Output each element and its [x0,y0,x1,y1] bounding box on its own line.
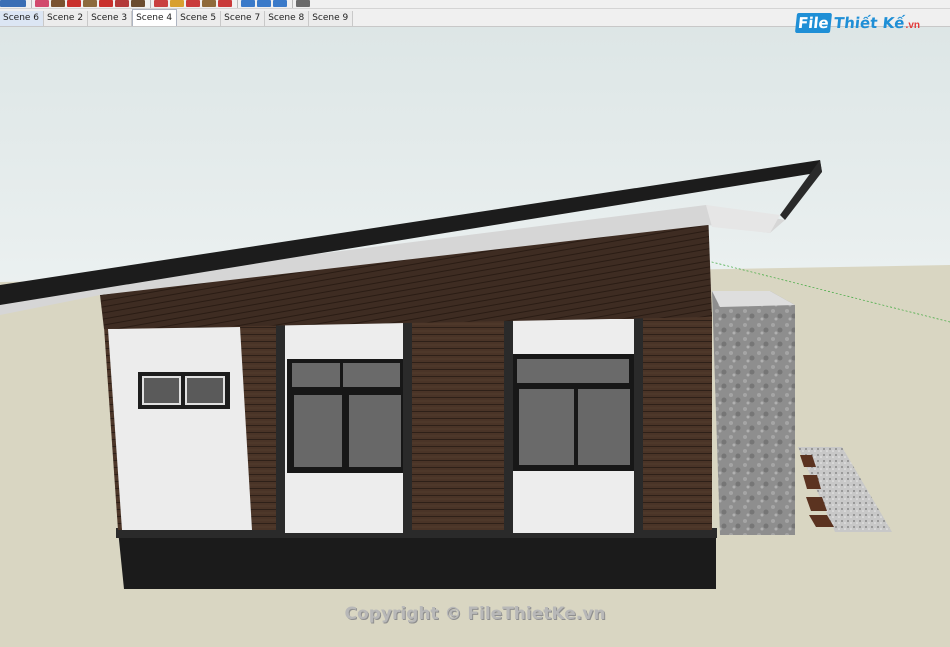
black-base [118,530,716,589]
rectangle-icon[interactable] [67,0,81,7]
toolbar-separator [292,0,293,8]
window-right [504,317,643,535]
logo-domain: .vn [905,19,920,31]
small-window [138,372,230,409]
zoom-extents-icon[interactable] [241,0,255,7]
move-icon[interactable] [99,0,113,7]
line-icon[interactable] [51,0,65,7]
toolbar-separator [237,0,238,8]
toolbar [0,0,950,9]
pan-icon[interactable] [202,0,216,7]
scene-tab[interactable]: Scene 8 [265,11,310,26]
tape-measure-icon[interactable] [154,0,168,7]
walk-icon[interactable] [257,0,271,7]
text-icon[interactable] [170,0,184,7]
site-logo: File Thiết Kế .vn [795,13,920,33]
scene-tab[interactable]: Scene 6 [0,11,45,26]
rotate-icon[interactable] [115,0,129,7]
section-plane-icon[interactable] [296,0,310,7]
eraser-icon[interactable] [35,0,49,7]
select-icon[interactable] [0,0,26,7]
3d-viewport[interactable] [0,27,950,647]
look-around-icon[interactable] [273,0,287,7]
scene-tab[interactable]: Scene 3 [88,11,133,26]
house-model-view [0,27,950,647]
push-pull-icon[interactable] [83,0,97,7]
white-wall-left [108,327,252,530]
scene-tab[interactable]: Scene 4 [132,9,178,26]
copyright-watermark: Copyright © FileThietKe.vn [344,604,606,624]
scene-tab[interactable]: Scene 9 [309,11,354,26]
zoom-icon[interactable] [218,0,232,7]
toolbar-separator [150,0,151,8]
paint-bucket-icon[interactable] [131,0,145,7]
scene-tab[interactable]: Scene 2 [44,11,89,26]
stone-side-wall [712,291,795,535]
toolbar-separator [31,0,32,8]
orbit-icon[interactable] [186,0,200,7]
scene-tab[interactable]: Scene 5 [177,11,222,26]
logo-box: File [795,13,833,33]
scene-tab[interactable]: Scene 7 [221,11,266,26]
window-left [276,321,412,535]
logo-text: Thiết Kế [833,14,906,32]
